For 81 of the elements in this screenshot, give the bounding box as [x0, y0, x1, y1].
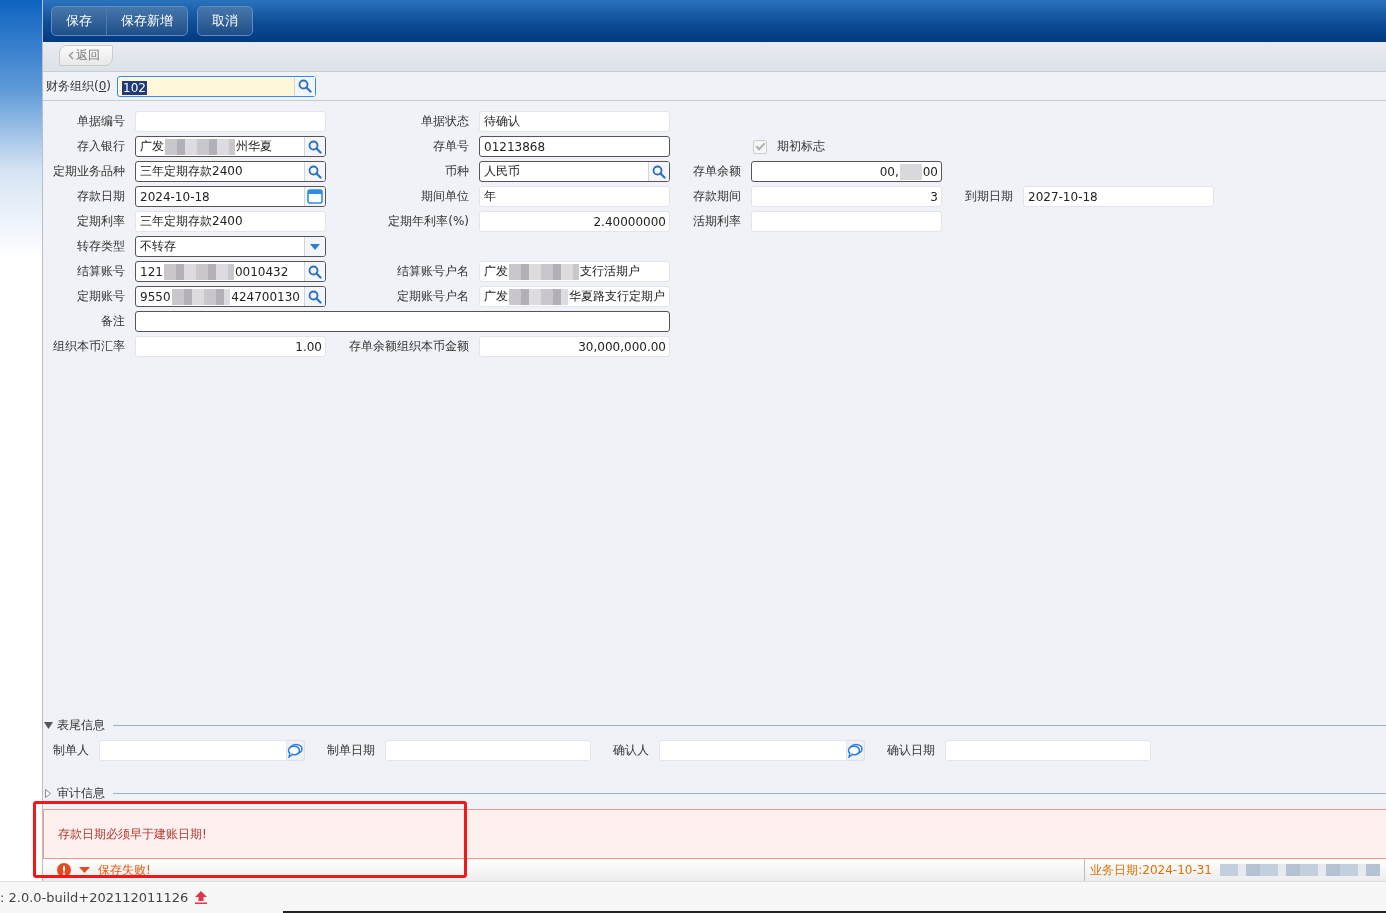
field-label: 制单人 [53, 741, 89, 759]
field-label: 存单号 [432, 138, 469, 155]
field-label: 存款日期 [76, 188, 125, 205]
checkbox-label: 期初标志 [777, 138, 825, 155]
search-icon[interactable] [304, 137, 325, 156]
field-label: 单据状态 [420, 113, 469, 130]
calendar-icon[interactable] [304, 187, 325, 206]
input-field[interactable]: 人民币 [479, 161, 670, 182]
collapse-triangle-icon[interactable] [43, 720, 53, 730]
field-label: 存入银行 [76, 138, 125, 155]
field-label: 结算账号户名 [396, 263, 469, 280]
version-text: : 2.0.0-build+202112011126 [0, 890, 189, 905]
input-field[interactable]: 2027-10-18 [1023, 186, 1214, 207]
section-title: 审计信息 [57, 784, 105, 802]
search-icon[interactable] [304, 162, 325, 181]
status-message: 保存失败! [98, 861, 151, 879]
toolbar-button[interactable]: 保存 [52, 7, 106, 35]
input-field[interactable]: 121 0010432 [135, 261, 326, 282]
input-field[interactable]: 01213868 [479, 136, 670, 157]
input-field[interactable] [135, 311, 670, 332]
section-title: 表尾信息 [57, 716, 105, 734]
input-field[interactable]: 三年定期存款2400 [135, 161, 326, 182]
dropdown-field[interactable]: 不转存 [135, 236, 326, 257]
business-date: 业务日期:2024-10-31 [1090, 861, 1212, 879]
field-label: 存单余额组织本币金额 [348, 338, 469, 355]
input-field[interactable]: 2024-10-18 [135, 186, 326, 207]
field-label: 制单日期 [327, 741, 375, 759]
input-field[interactable]: 2.40000000 [479, 211, 670, 232]
input-field[interactable]: 1.00 [135, 336, 326, 357]
input-field[interactable]: 30,000,000.00 [479, 336, 670, 357]
field-label: 定期账号 [76, 288, 125, 305]
chevron-left-icon [68, 51, 74, 60]
upload-icon[interactable] [195, 891, 208, 904]
field-label: 定期业务品种 [52, 163, 125, 180]
error-icon [57, 863, 71, 877]
field-label: 定期账号户名 [396, 288, 469, 305]
field-label: 财务组织(0) [46, 77, 111, 95]
input-field[interactable]: 广发 州华夏 [135, 136, 326, 157]
input-field[interactable]: 待确认 [479, 111, 670, 132]
field-label: 定期年利率(%) [387, 213, 469, 230]
blurred-region [165, 138, 235, 155]
field-label: 转存类型 [76, 238, 125, 255]
blurred-region [509, 288, 568, 305]
input-field[interactable]: 3 [751, 186, 942, 207]
search-icon[interactable] [304, 287, 325, 306]
field-label: 活期利率 [692, 213, 741, 230]
input-field[interactable]: 00, 00 [751, 161, 942, 182]
field-label: 存款期间 [692, 188, 741, 205]
input-field[interactable]: 9550 424700130 [135, 286, 326, 307]
chat-icon[interactable] [286, 739, 305, 761]
blurred-region [163, 263, 234, 280]
field-label: 组织本币汇率 [52, 338, 125, 355]
dropdown-caret-icon[interactable] [304, 237, 325, 256]
field-label: 到期日期 [964, 188, 1013, 205]
blurred-region [899, 163, 922, 180]
field-label: 单据编号 [76, 113, 125, 130]
caret-icon[interactable] [79, 866, 90, 874]
search-icon[interactable] [294, 76, 315, 96]
error-message: 存款日期必须早于建账日期! [58, 825, 207, 843]
field-label: 定期利率 [76, 213, 125, 230]
field-label: 存单余额 [692, 163, 741, 180]
blurred-region [509, 263, 579, 280]
search-icon[interactable] [304, 262, 325, 281]
field-label: 备注 [100, 313, 125, 330]
input-field[interactable]: 广发 支行活期户 [479, 261, 670, 282]
field-label: 币种 [444, 163, 469, 180]
back-button[interactable]: 返回 [59, 45, 113, 66]
field-label: 期间单位 [420, 188, 469, 205]
input-field[interactable]: 三年定期存款2400 [135, 211, 326, 232]
input-field[interactable]: 年 [479, 186, 670, 207]
toolbar-button[interactable]: 保存新增 [106, 7, 187, 35]
expand-triangle-icon[interactable] [43, 788, 53, 798]
input-field[interactable]: 102 [117, 75, 316, 97]
toolbar-button[interactable]: 取消 [198, 7, 252, 35]
chat-icon[interactable] [846, 739, 865, 761]
field-label: 确认日期 [887, 741, 935, 759]
field-label: 结算账号 [76, 263, 125, 280]
search-icon[interactable] [648, 162, 669, 181]
input-field[interactable]: 广发 华夏路支行定期户 [479, 286, 670, 307]
blurred-region [171, 288, 231, 305]
field-label: 确认人 [613, 741, 649, 759]
